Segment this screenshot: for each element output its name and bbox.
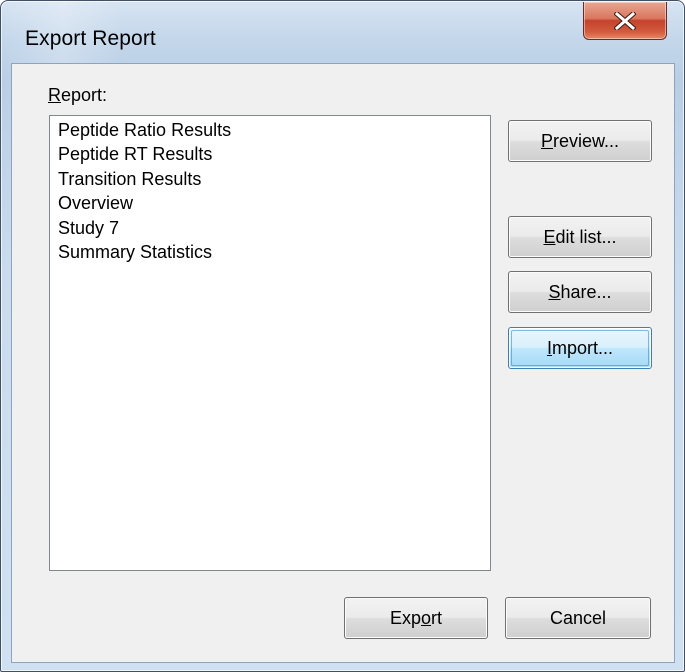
cancel-button-label: Cancel	[549, 607, 607, 628]
share-button-mnemonic: S	[548, 281, 561, 302]
share-button[interactable]: Share...	[508, 271, 652, 313]
edit-list-button-label: dit list...	[555, 226, 617, 247]
list-item[interactable]: Overview	[58, 191, 490, 215]
list-item[interactable]: Summary Statistics	[58, 240, 490, 264]
edit-list-button[interactable]: Edit list...	[508, 216, 652, 258]
export-button[interactable]: Exp o rt	[344, 597, 488, 639]
window-title: Export Report	[25, 27, 156, 50]
list-item[interactable]: Study 7	[58, 216, 490, 240]
preview-button-mnemonic: P	[540, 130, 553, 151]
share-button-label: hare...	[560, 281, 612, 302]
export-button-mnemonic: o	[421, 607, 432, 628]
list-item[interactable]: Peptide RT Results	[58, 142, 490, 166]
list-item[interactable]: Transition Results	[58, 167, 490, 191]
import-button-label: mport...	[552, 337, 614, 358]
export-button-label-end: rt	[431, 607, 443, 628]
preview-button[interactable]: Preview...	[508, 120, 652, 162]
close-button[interactable]	[583, 2, 667, 40]
list-item[interactable]: Peptide Ratio Results	[58, 118, 490, 142]
cancel-button[interactable]: Cancel	[505, 597, 651, 639]
close-icon	[614, 11, 636, 30]
report-label-text: eport:	[61, 85, 108, 105]
report-list[interactable]: Peptide Ratio Results Peptide RT Results…	[49, 115, 491, 571]
report-label-mnemonic: R	[48, 85, 61, 105]
export-button-label-start: Exp	[389, 607, 421, 628]
report-list-label: Report:	[48, 85, 107, 106]
import-button[interactable]: Import...	[508, 327, 652, 369]
edit-list-button-mnemonic: E	[543, 226, 556, 247]
preview-button-label: review...	[552, 130, 620, 151]
export-report-dialog: Export Report Report: Peptide Ratio Resu…	[0, 0, 685, 672]
